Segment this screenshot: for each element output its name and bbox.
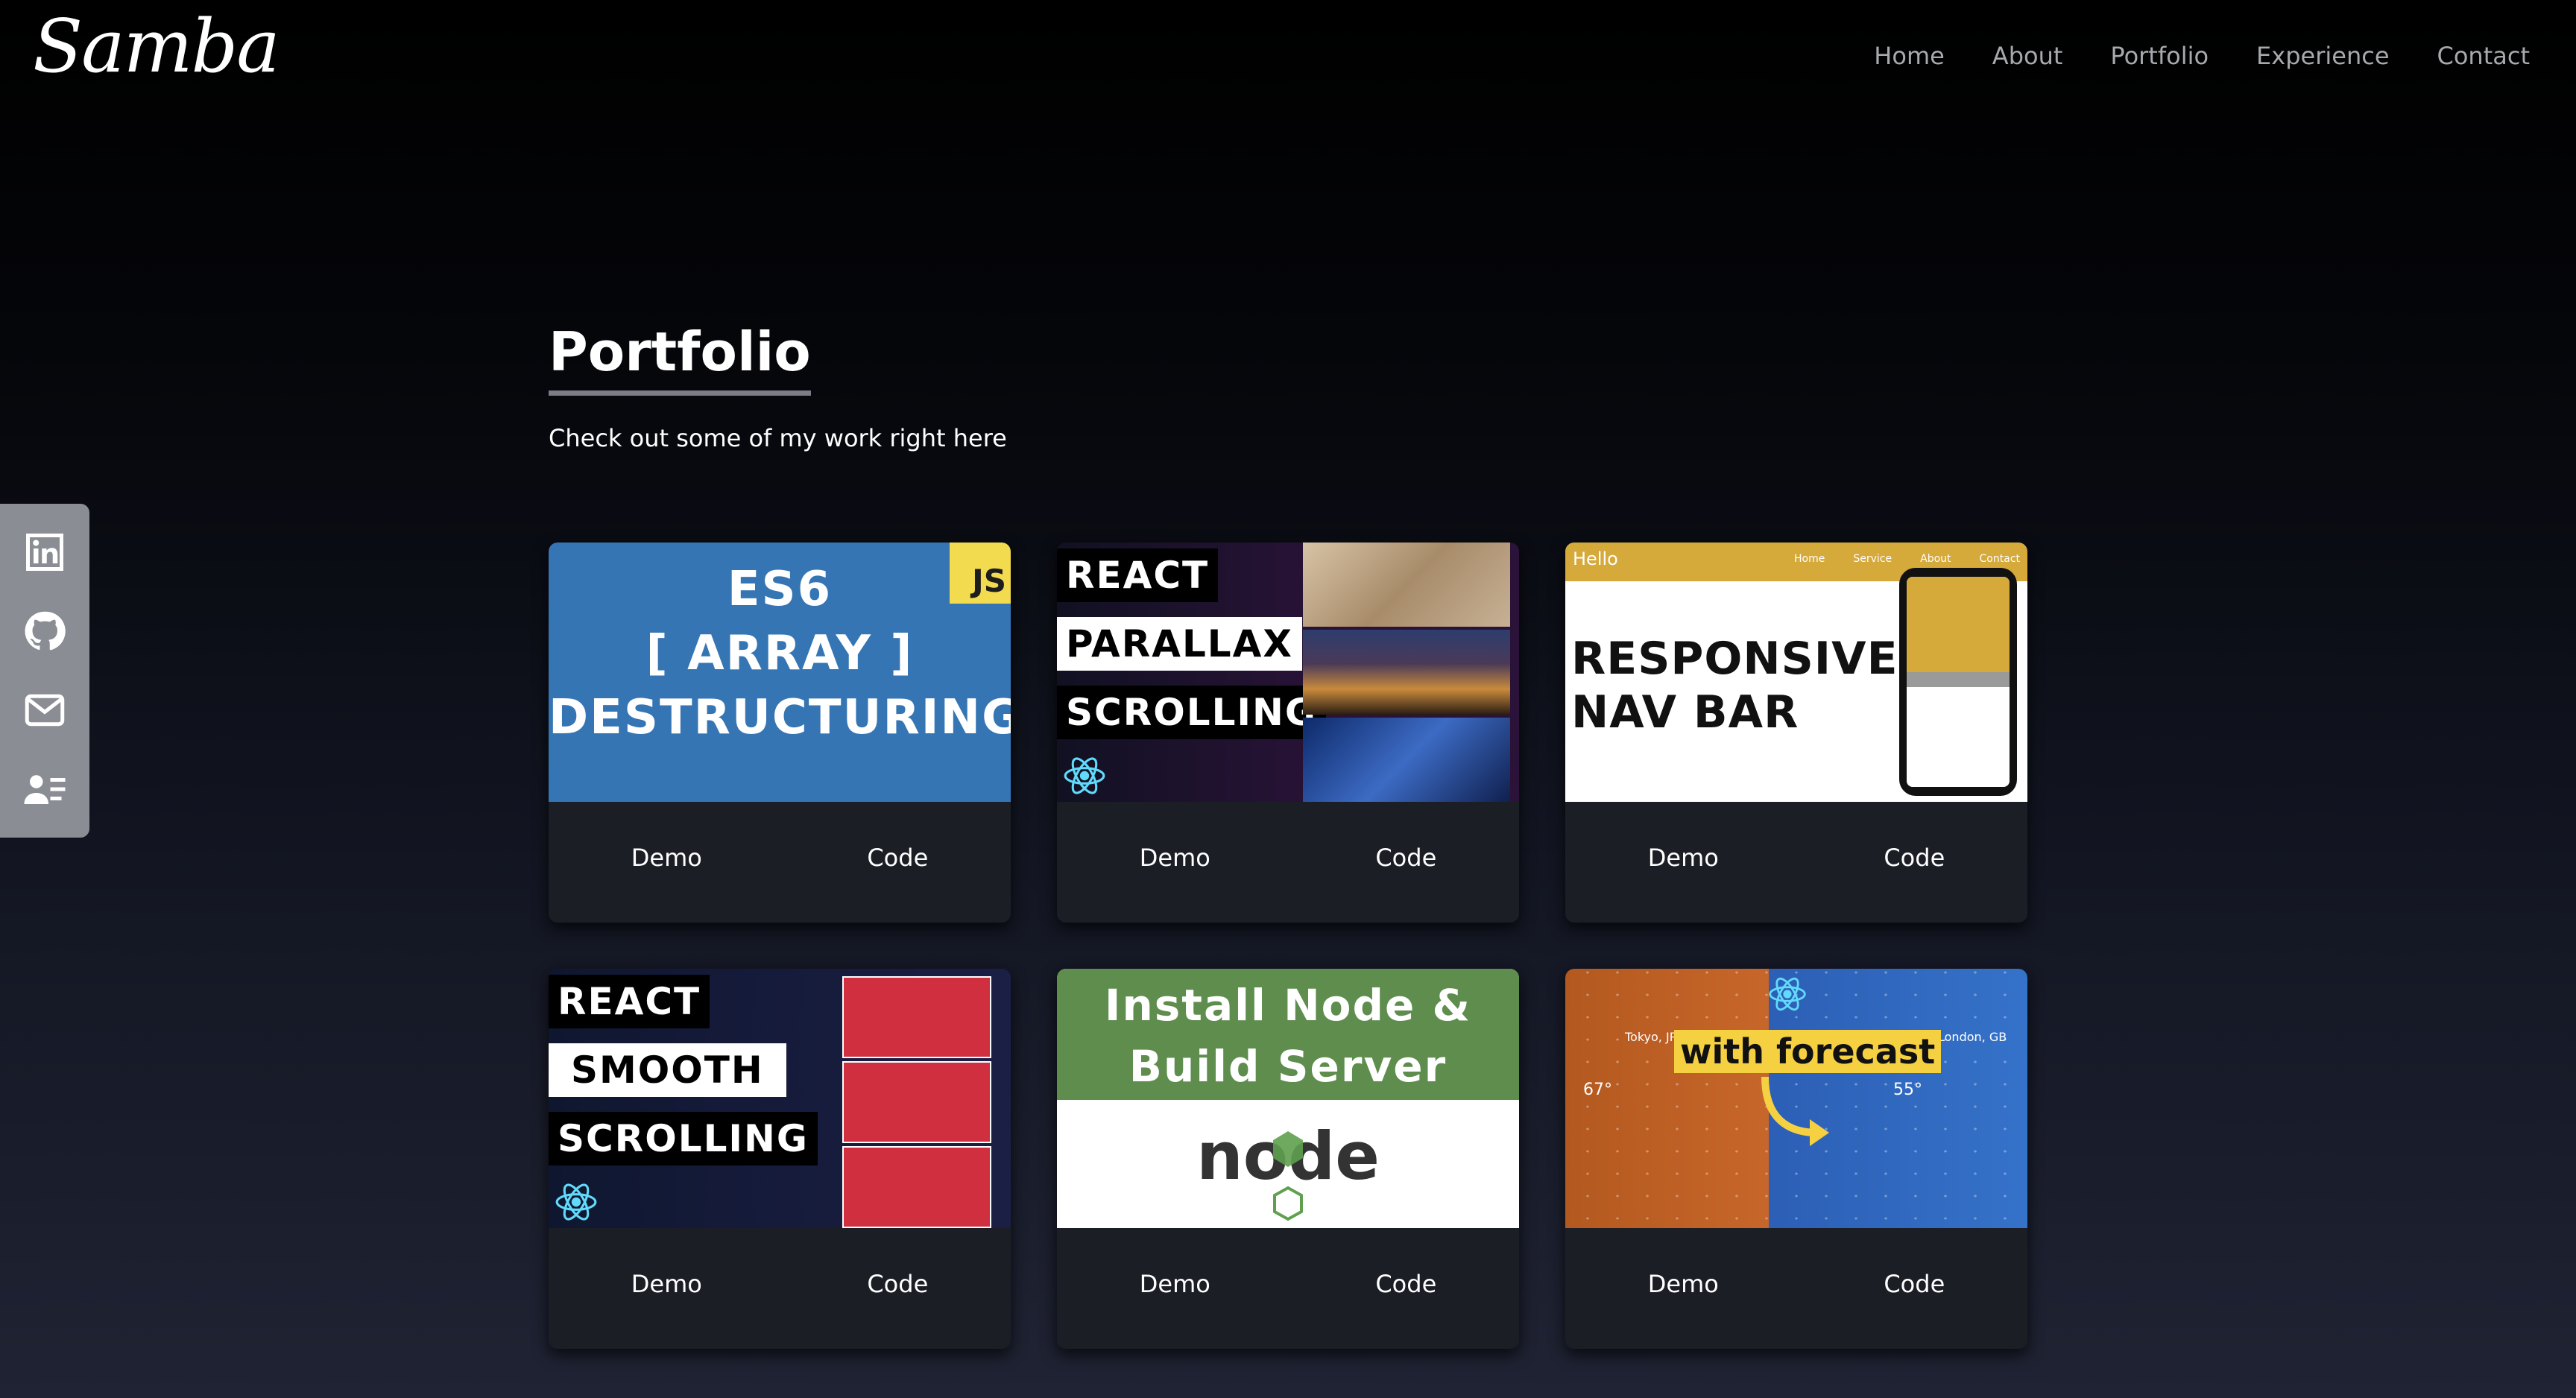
thumbnail-line: RESPONSIVE <box>1571 633 1898 685</box>
portfolio-card: REACT SMOOTH SCROLLING Demo Code <box>549 969 1011 1349</box>
mail-icon <box>25 694 65 727</box>
portfolio-card: Tokyo, JP 67° London, GB 55° with foreca… <box>1565 969 2027 1349</box>
mock-link: Service <box>1853 553 1892 565</box>
weather-city-left: Tokyo, JP <box>1625 1030 1677 1044</box>
card-thumbnail: JS ES6 [ ARRAY ] DESTRUCTURING <box>549 543 1011 802</box>
linkedin-icon <box>26 534 63 571</box>
nav-contact[interactable]: Contact <box>2437 42 2531 70</box>
section-subtitle: Check out some of my work right here <box>549 424 1007 452</box>
weather-temp-left: 67° <box>1583 1081 1612 1099</box>
code-button[interactable]: Code <box>1353 836 1459 879</box>
mock-section <box>842 976 991 1058</box>
thumbnail-line: Build Server <box>1128 1041 1448 1092</box>
phone-menu-active <box>1907 672 2010 687</box>
phone-screen <box>1907 577 2010 787</box>
nav-portfolio[interactable]: Portfolio <box>2110 42 2209 70</box>
card-thumbnail: Hello Home Service About Contact RESPONS… <box>1565 543 2027 802</box>
code-button[interactable]: Code <box>845 1262 950 1306</box>
mock-link: About <box>1920 553 1951 565</box>
thumbnail-text: Install Node & Build Server <box>1057 969 1519 1100</box>
thumbnail-line: [ ARRAY ] <box>645 626 914 681</box>
card-thumbnail: Install Node & Build Server node <box>1057 969 1519 1228</box>
section-title: Portfolio <box>549 320 811 396</box>
github-icon <box>25 611 66 651</box>
weather-city-right: London, GB <box>1938 1030 2007 1044</box>
react-icon <box>553 1179 599 1225</box>
thumbnail-line: DESTRUCTURING <box>549 690 1011 745</box>
nav-experience[interactable]: Experience <box>2256 42 2389 70</box>
thumbnail-tag: SCROLLING <box>549 1112 818 1165</box>
site-logo[interactable]: Samba <box>33 4 280 89</box>
forecast-tag: with forecast <box>1674 1030 1942 1073</box>
card-actions: Demo Code <box>1057 802 1519 923</box>
thumbnail-tag: SMOOTH <box>549 1043 786 1097</box>
node-logo: node <box>1057 1110 1519 1222</box>
code-button[interactable]: Code <box>845 836 950 879</box>
github-link[interactable] <box>22 608 68 654</box>
thumbnail-line: ES6 <box>727 562 833 617</box>
mock-brand: Hello <box>1573 548 1618 569</box>
thumbnail-text: RESPONSIVE NAV BAR <box>1571 632 1898 739</box>
thumbnail-tag: SCROLLING <box>1057 686 1326 739</box>
arrow-icon <box>1761 1076 1829 1146</box>
thumbnail-tag: REACT <box>1057 548 1219 602</box>
demo-button[interactable]: Demo <box>1117 1262 1233 1306</box>
photo-1 <box>1303 543 1510 627</box>
phone-mockup <box>1899 568 2017 796</box>
demo-button[interactable]: Demo <box>609 1262 724 1306</box>
card-actions: Demo Code <box>549 1228 1011 1349</box>
email-link[interactable] <box>22 687 68 733</box>
nodejs-icon: node <box>1196 1118 1380 1221</box>
nav-home[interactable]: Home <box>1874 42 1945 70</box>
card-actions: Demo Code <box>1565 802 2027 923</box>
thumbnail-tag: PARALLAX <box>1057 617 1302 671</box>
weather-temp-right: 55° <box>1893 1081 1922 1099</box>
thumbnail-text: ES6 [ ARRAY ] DESTRUCTURING <box>549 557 1011 750</box>
resume-link[interactable] <box>22 766 68 812</box>
card-thumbnail: REACT SMOOTH SCROLLING <box>549 969 1011 1228</box>
mock-section <box>842 1146 991 1228</box>
code-button[interactable]: Code <box>1861 1262 1967 1306</box>
nav-about[interactable]: About <box>1992 42 2063 70</box>
code-button[interactable]: Code <box>1861 836 1967 879</box>
photo-2 <box>1303 630 1510 715</box>
card-actions: Demo Code <box>1057 1228 1519 1349</box>
mock-section <box>842 1061 991 1143</box>
portfolio-section: Portfolio Check out some of my work righ… <box>549 320 2032 452</box>
portfolio-card: Install Node & Build Server node Demo Co… <box>1057 969 1519 1349</box>
mock-links: Home Service About Contact <box>1794 553 2020 565</box>
demo-button[interactable]: Demo <box>1626 836 1741 879</box>
mock-link: Home <box>1794 553 1825 565</box>
phone-menu <box>1907 577 2010 672</box>
thumbnail-tag: REACT <box>549 975 710 1028</box>
thumbnail-line: Install Node & <box>1104 980 1472 1031</box>
portfolio-card: JS ES6 [ ARRAY ] DESTRUCTURING Demo Code <box>549 543 1011 923</box>
demo-button[interactable]: Demo <box>609 836 724 879</box>
card-actions: Demo Code <box>1565 1228 2027 1349</box>
thumbnail-line: NAV BAR <box>1571 686 1799 738</box>
section-stack <box>842 976 991 1228</box>
demo-button[interactable]: Demo <box>1626 1262 1741 1306</box>
card-thumbnail: Tokyo, JP 67° London, GB 55° with foreca… <box>1565 969 2027 1228</box>
card-thumbnail: REACT PARALLAX SCROLLING <box>1057 543 1519 802</box>
photo-3 <box>1303 717 1510 802</box>
react-icon <box>1061 753 1108 799</box>
linkedin-link[interactable] <box>22 529 68 575</box>
code-button[interactable]: Code <box>1353 1262 1459 1306</box>
portfolio-card: Hello Home Service About Contact RESPONS… <box>1565 543 2027 923</box>
react-icon <box>1767 973 1808 1015</box>
mock-link: Contact <box>1979 553 2020 565</box>
main-nav: Home About Portfolio Experience Contact <box>1874 42 2530 70</box>
card-actions: Demo Code <box>549 802 1011 923</box>
portfolio-card: REACT PARALLAX SCROLLING Demo Code <box>1057 543 1519 923</box>
resume-icon <box>24 775 66 804</box>
parallax-photos <box>1303 543 1510 802</box>
social-sidebar <box>0 504 89 838</box>
demo-button[interactable]: Demo <box>1117 836 1233 879</box>
portfolio-grid: JS ES6 [ ARRAY ] DESTRUCTURING Demo Code… <box>549 543 2027 1349</box>
